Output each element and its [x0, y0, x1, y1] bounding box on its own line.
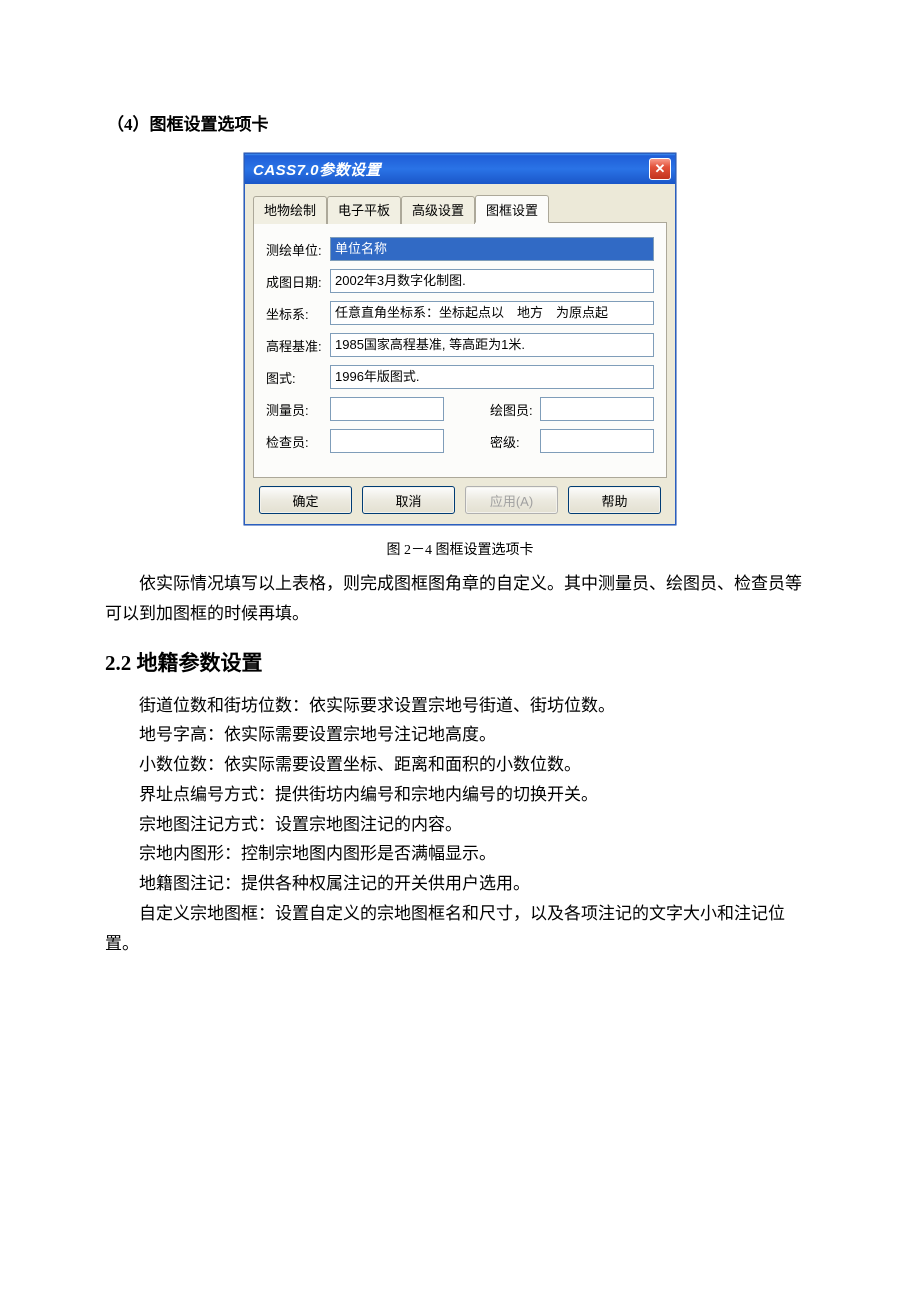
row-datum: 高程基准: 1985国家高程基准, 等高距为1米. — [266, 333, 654, 357]
label-coord: 坐标系: — [266, 304, 330, 323]
para-decimal-places: 小数位数：依实际需要设置坐标、距离和面积的小数位数。 — [105, 750, 815, 780]
input-date[interactable]: 2002年3月数字化制图. — [330, 269, 654, 293]
input-checker[interactable] — [330, 429, 444, 453]
help-button[interactable]: 帮助 — [568, 486, 661, 514]
row-date: 成图日期: 2002年3月数字化制图. — [266, 269, 654, 293]
cancel-button[interactable]: 取消 — [362, 486, 455, 514]
paragraph-after-figure: 依实际情况填写以上表格，则完成图框图角章的自定义。其中测量员、绘图员、检查员等可… — [105, 569, 815, 629]
input-datum[interactable]: 1985国家高程基准, 等高距为1米. — [330, 333, 654, 357]
apply-button: 应用(A) — [465, 486, 558, 514]
para-custom-frame: 自定义宗地图框：设置自定义的宗地图框名和尺寸，以及各项注记的文字大小和注记位置。 — [105, 899, 815, 959]
label-checker: 检查员: — [266, 432, 330, 451]
para-parcel-graphics: 宗地内图形：控制宗地图内图形是否满幅显示。 — [105, 839, 815, 869]
row-checker-secret: 检查员: 密级: — [266, 429, 654, 453]
ok-button[interactable]: 确定 — [259, 486, 352, 514]
dialog-button-row: 确定 取消 应用(A) 帮助 — [253, 478, 667, 516]
tab-panel-frame: 测绘单位: 单位名称 成图日期: 2002年3月数字化制图. 坐标系: 任意直角… — [253, 223, 667, 478]
para-street-digits: 街道位数和街坊位数：依实际要求设置宗地号街道、街坊位数。 — [105, 691, 815, 721]
tab-feature-draw[interactable]: 地物绘制 — [253, 196, 327, 224]
close-button[interactable]: ✕ — [649, 158, 671, 180]
tab-frame-settings[interactable]: 图框设置 — [475, 195, 549, 223]
dialog-titlebar: CASS7.0参数设置 ✕ — [245, 154, 675, 184]
dialog-title: CASS7.0参数设置 — [253, 159, 381, 180]
dialog-body: 地物绘制 电子平板 高级设置 图框设置 测绘单位: 单位名称 成图日期: 200… — [245, 184, 675, 524]
input-surveyor[interactable] — [330, 397, 444, 421]
dialog-screenshot: CASS7.0参数设置 ✕ 地物绘制 电子平板 高级设置 图框设置 测绘单位: … — [244, 153, 676, 525]
para-lot-font-height: 地号字高：依实际需要设置宗地号注记地高度。 — [105, 720, 815, 750]
tab-strip: 地物绘制 电子平板 高级设置 图框设置 — [253, 194, 667, 223]
input-secret[interactable] — [540, 429, 654, 453]
para-parcel-annotation: 宗地图注记方式：设置宗地图注记的内容。 — [105, 810, 815, 840]
row-surveyor-drafter: 测量员: 绘图员: — [266, 397, 654, 421]
figure-caption: 图 2－4 图框设置选项卡 — [105, 539, 815, 559]
tab-electronic-board[interactable]: 电子平板 — [327, 196, 401, 224]
section-2-2-heading: 2.2 地籍参数设置 — [105, 647, 815, 677]
tab-advanced[interactable]: 高级设置 — [401, 196, 475, 224]
label-drafter: 绘图员: — [490, 400, 540, 419]
row-style: 图式: 1996年版图式. — [266, 365, 654, 389]
settings-dialog: CASS7.0参数设置 ✕ 地物绘制 电子平板 高级设置 图框设置 测绘单位: … — [244, 153, 676, 525]
input-style[interactable]: 1996年版图式. — [330, 365, 654, 389]
input-drafter[interactable] — [540, 397, 654, 421]
label-style: 图式: — [266, 368, 330, 387]
document-page: （4）图框设置选项卡 CASS7.0参数设置 ✕ 地物绘制 电子平板 高级设置 … — [0, 0, 920, 1018]
label-surveyor: 测量员: — [266, 400, 330, 419]
close-icon: ✕ — [655, 161, 666, 177]
label-date: 成图日期: — [266, 272, 330, 291]
label-unit: 测绘单位: — [266, 240, 330, 259]
input-coord[interactable]: 任意直角坐标系：坐标起点以 地方 为原点起 — [330, 301, 654, 325]
para-boundary-number: 界址点编号方式：提供街坊内编号和宗地内编号的切换开关。 — [105, 780, 815, 810]
label-datum: 高程基准: — [266, 336, 330, 355]
row-unit: 测绘单位: 单位名称 — [266, 237, 654, 261]
input-unit[interactable]: 单位名称 — [330, 237, 654, 261]
row-coord: 坐标系: 任意直角坐标系：坐标起点以 地方 为原点起 — [266, 301, 654, 325]
label-secret: 密级: — [490, 432, 540, 451]
para-cadastral-annotation: 地籍图注记：提供各种权属注记的开关供用户选用。 — [105, 869, 815, 899]
section-heading: （4）图框设置选项卡 — [107, 110, 815, 135]
